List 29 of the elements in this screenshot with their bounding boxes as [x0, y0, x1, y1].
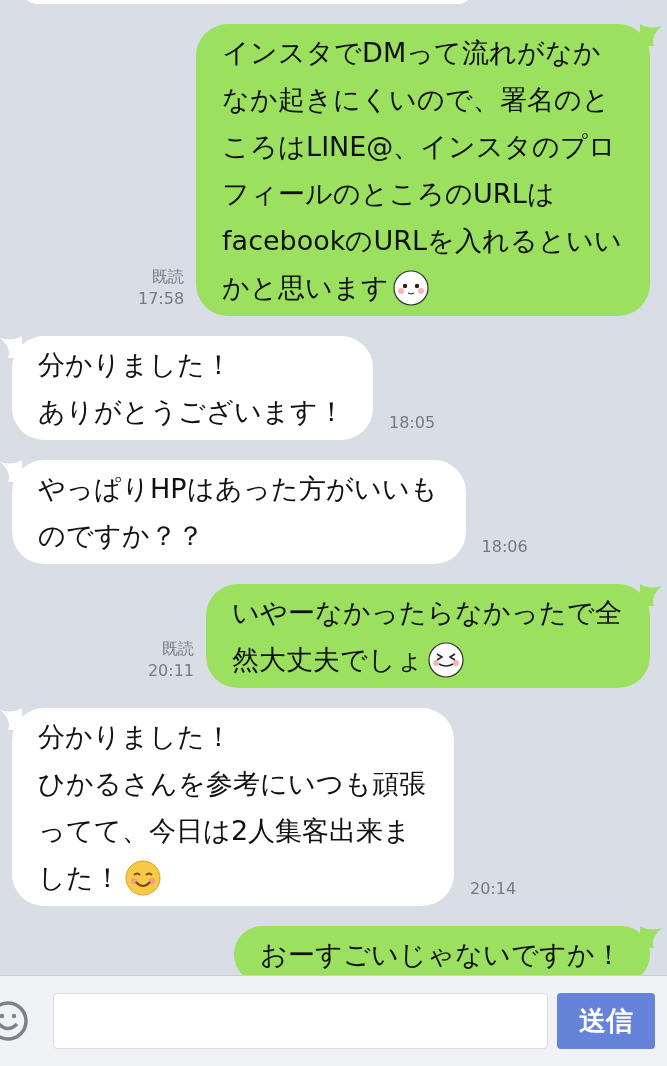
message-text: やっぱりHPはあった方がいいも — [38, 471, 438, 506]
message-text: かと思います — [222, 270, 390, 305]
message-time: 20:11 — [147, 660, 194, 682]
message-text: インスタでDMって流れがなか — [222, 35, 602, 70]
read-receipt: 既読 — [162, 638, 194, 660]
message-time: 18:05 — [389, 412, 436, 434]
round-face-icon — [393, 269, 430, 306]
message-time: 18:06 — [481, 536, 528, 558]
message-text: ひかるさんを参考にいつも頑張 — [38, 766, 426, 801]
message-text: facebookのURLを入れるといい — [222, 223, 622, 258]
message-text: 分かりました！ — [38, 719, 232, 754]
message-text: のですか？？ — [38, 518, 204, 553]
send-button[interactable]: 送信 — [557, 993, 655, 1049]
message-time: 20:14 — [470, 878, 517, 900]
smiling-emoji-icon — [125, 859, 161, 896]
message-text: 分かりました！ — [38, 347, 232, 382]
message-text: いやーなかったらなかったで全 — [232, 595, 622, 630]
message-text: した！ — [38, 860, 121, 895]
message-text: おーすごいじゃないですか！ — [260, 937, 622, 972]
message-text: フィールのところのURLは — [222, 176, 555, 211]
laughing-face-icon — [428, 641, 464, 678]
read-receipt: 既読 — [152, 266, 185, 288]
message-text: なか起きにくいので、署名のと — [222, 82, 611, 117]
message-input-field[interactable] — [53, 993, 548, 1049]
message-text: ころはLINE@、インスタのプロ — [222, 129, 617, 164]
message-text: 然大丈夫でしょ — [232, 642, 424, 677]
message-text: ってて、今日は2人集客出来ま — [38, 813, 412, 848]
message-text: ありがとうございます！ — [38, 394, 345, 429]
message-time: 17:58 — [138, 288, 185, 310]
